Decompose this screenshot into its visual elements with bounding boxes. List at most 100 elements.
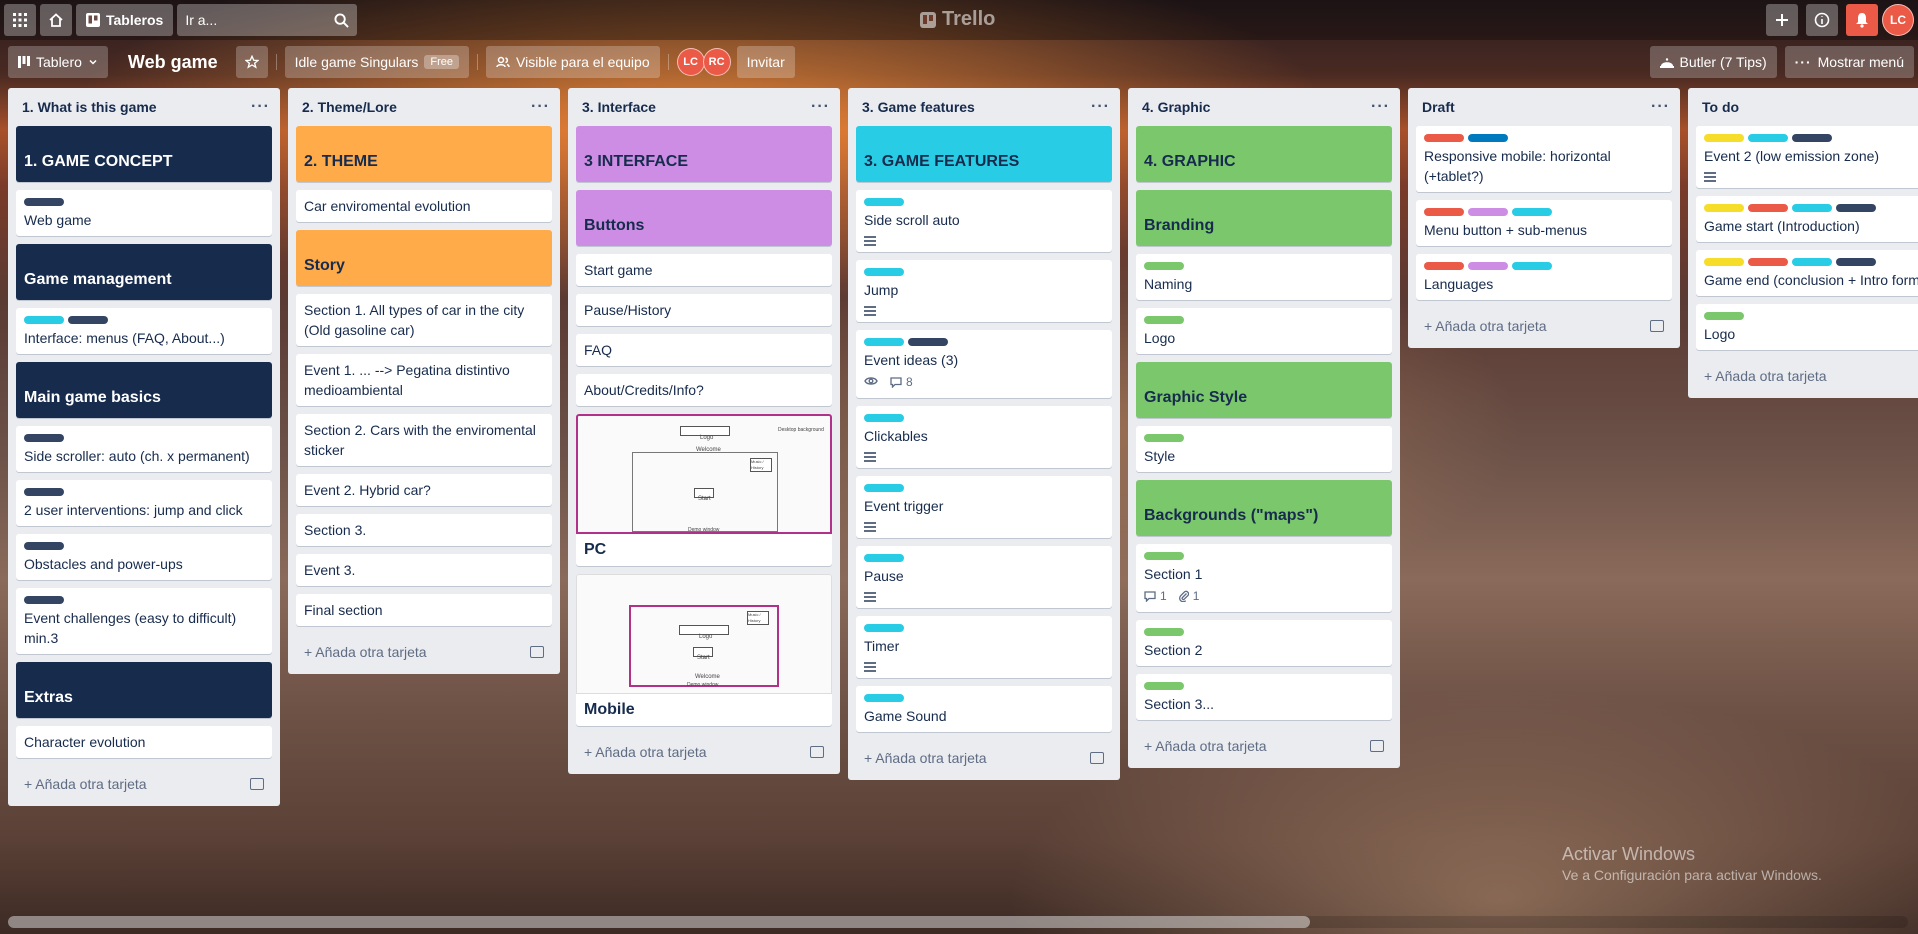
card-label[interactable]	[24, 596, 64, 604]
cover-card[interactable]: 1. GAME CONCEPT	[16, 126, 272, 182]
card[interactable]: Game start (Introduction)	[1696, 196, 1918, 242]
card[interactable]: FAQ	[576, 334, 832, 366]
list-header[interactable]: To do···	[1688, 88, 1918, 126]
card-label[interactable]	[1144, 262, 1184, 270]
card-labels[interactable]	[1704, 258, 1918, 266]
butler-button[interactable]: Butler (7 Tips)	[1649, 46, 1777, 78]
card-labels[interactable]	[24, 316, 264, 324]
list-header[interactable]: 1. What is this game ···	[8, 88, 280, 126]
card[interactable]: Final section	[296, 594, 552, 626]
add-card-button[interactable]: + Añada otra tarjeta	[1688, 358, 1918, 390]
card-label[interactable]	[1468, 134, 1508, 142]
card[interactable]: Side scroll auto	[856, 190, 1112, 252]
card-labels[interactable]	[1424, 208, 1664, 216]
cover-card[interactable]: Main game basics	[16, 362, 272, 418]
trello-logo[interactable]: Trello	[920, 8, 995, 31]
member-avatar[interactable]: RC	[702, 48, 731, 76]
card[interactable]: Menu button + sub-menus	[1416, 200, 1672, 246]
card-labels[interactable]	[24, 198, 264, 206]
board-view-switcher[interactable]: Tablero	[8, 46, 108, 78]
card[interactable]: Event 2 (low emission zone)	[1696, 126, 1918, 188]
card-labels[interactable]	[1144, 552, 1384, 560]
wireframe-card[interactable]: Logo Welcome Start Music / History Demo wind…	[576, 414, 832, 566]
card[interactable]: Languages	[1416, 254, 1672, 300]
card-labels[interactable]	[864, 198, 1104, 206]
list-title[interactable]: 1. What is this game	[22, 99, 157, 115]
card[interactable]: Event ideas (3) 8	[856, 330, 1112, 398]
show-menu-button[interactable]: ··· Mostrar menú	[1784, 46, 1914, 78]
card-label[interactable]	[1424, 134, 1464, 142]
cover-card[interactable]: 4. GRAPHIC	[1136, 126, 1392, 182]
add-card-button[interactable]: + Añada otra tarjeta	[848, 740, 1120, 772]
wireframe-card[interactable]: Logo Welcome Start Music / History Demo wind…	[576, 574, 832, 726]
card-label[interactable]	[1748, 134, 1788, 142]
card[interactable]: Section 111	[1136, 544, 1392, 612]
list-menu-icon[interactable]: ···	[811, 98, 830, 116]
card-label[interactable]	[864, 694, 904, 702]
card-label[interactable]	[1424, 208, 1464, 216]
card-template-icon[interactable]	[530, 646, 544, 658]
card-labels[interactable]	[1144, 628, 1384, 636]
card-label[interactable]	[1512, 262, 1552, 270]
list-menu-icon[interactable]: ···	[251, 98, 270, 116]
list-header[interactable]: 4. Graphic ···	[1128, 88, 1400, 126]
list-title[interactable]: 3. Game features	[862, 99, 975, 115]
star-board-button[interactable]	[235, 46, 268, 78]
add-card-button[interactable]: + Añada otra tarjeta	[1128, 728, 1400, 760]
card-label[interactable]	[24, 434, 64, 442]
cover-card[interactable]: 2. THEME	[296, 126, 552, 182]
list-title[interactable]: 4. Graphic	[1142, 99, 1210, 115]
card-labels[interactable]	[1424, 262, 1664, 270]
card[interactable]: Timer	[856, 616, 1112, 678]
card-label[interactable]	[1144, 316, 1184, 324]
create-button[interactable]	[1766, 4, 1798, 36]
card-label[interactable]	[1704, 258, 1744, 266]
search-input[interactable]	[185, 12, 316, 28]
card-label[interactable]	[1512, 208, 1552, 216]
boards-button[interactable]: Tableros	[76, 4, 174, 36]
workspace-button[interactable]: Idle game Singulars Free	[284, 46, 469, 78]
card-label[interactable]	[864, 414, 904, 422]
card-label[interactable]	[1144, 628, 1184, 636]
card-label[interactable]	[24, 198, 64, 206]
card-labels[interactable]	[864, 338, 1104, 346]
card[interactable]: 2 user interventions: jump and click	[16, 480, 272, 526]
card[interactable]: Obstacles and power-ups	[16, 534, 272, 580]
list-title[interactable]: 3. Interface	[582, 99, 656, 115]
add-card-button[interactable]: + Añada otra tarjeta	[568, 734, 840, 766]
list-header[interactable]: Draft ···	[1408, 88, 1680, 126]
card-label[interactable]	[864, 268, 904, 276]
card[interactable]: Jump	[856, 260, 1112, 322]
card-label[interactable]	[1144, 434, 1184, 442]
card-labels[interactable]	[1704, 204, 1918, 212]
card[interactable]: Event challenges (easy to difficult) min…	[16, 588, 272, 654]
card-label[interactable]	[1792, 258, 1832, 266]
card[interactable]: Naming	[1136, 254, 1392, 300]
card-labels[interactable]	[864, 624, 1104, 632]
list-menu-icon[interactable]: ···	[1371, 98, 1390, 116]
add-card-button[interactable]: + Añada otra tarjeta	[288, 634, 560, 666]
card-label[interactable]	[864, 624, 904, 632]
list-menu-icon[interactable]: ···	[1091, 98, 1110, 116]
card-labels[interactable]	[24, 488, 264, 496]
card[interactable]: Section 3...	[1136, 674, 1392, 720]
cover-card[interactable]: Story	[296, 230, 552, 286]
card-label[interactable]	[1792, 204, 1832, 212]
card-label[interactable]	[1424, 262, 1464, 270]
card-labels[interactable]	[24, 434, 264, 442]
card[interactable]: Side scroller: auto (ch. x permanent)	[16, 426, 272, 472]
list-header[interactable]: 3. Interface ···	[568, 88, 840, 126]
card-labels[interactable]	[24, 542, 264, 550]
list-menu-icon[interactable]: ···	[1651, 98, 1670, 116]
card-label[interactable]	[1792, 134, 1832, 142]
board-title[interactable]: Web game	[116, 52, 230, 73]
cover-card[interactable]: Graphic Style	[1136, 362, 1392, 418]
card[interactable]: Game end (conclusion + Intro form)	[1696, 250, 1918, 296]
cover-card[interactable]: Backgrounds ("maps")	[1136, 480, 1392, 536]
card-template-icon[interactable]	[1090, 752, 1104, 764]
card-labels[interactable]	[1144, 682, 1384, 690]
invite-button[interactable]: Invitar	[736, 46, 795, 78]
card[interactable]: Interface: menus (FAQ, About...)	[16, 308, 272, 354]
card[interactable]: Event trigger	[856, 476, 1112, 538]
cover-card[interactable]: 3 INTERFACE	[576, 126, 832, 182]
